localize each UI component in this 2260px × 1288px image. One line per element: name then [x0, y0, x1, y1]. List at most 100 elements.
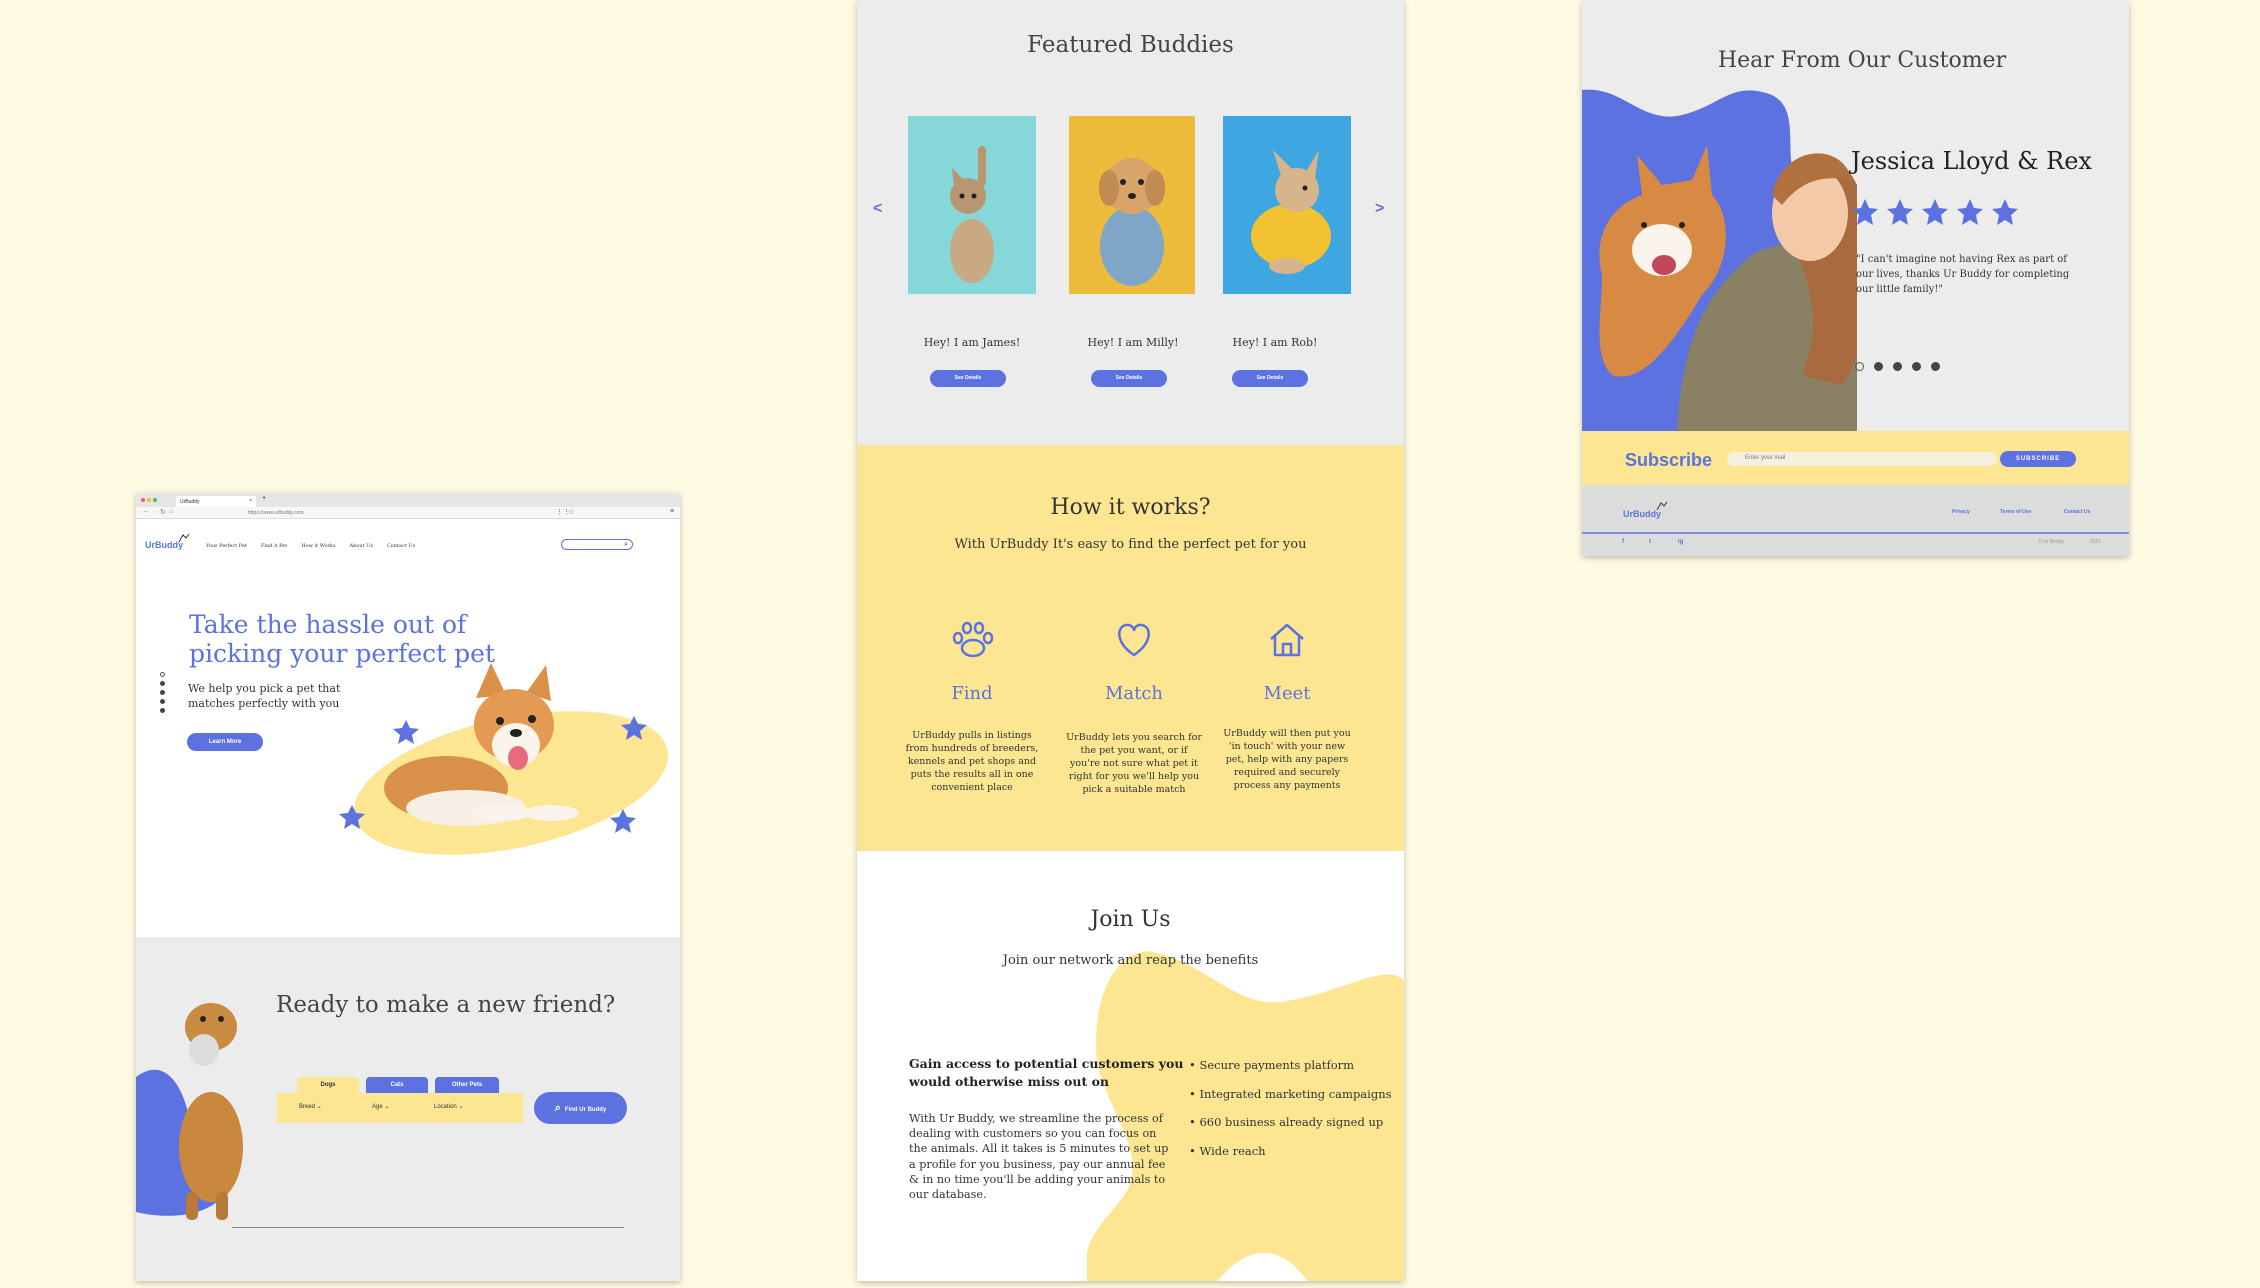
- join-title: Join Us: [1090, 907, 1171, 932]
- tab-dogs[interactable]: Dogs: [297, 1077, 359, 1093]
- customer-photo: [1582, 89, 1857, 431]
- pagination-dot[interactable]: [1855, 362, 1864, 371]
- new-tab-button[interactable]: +: [262, 495, 266, 502]
- list-item: • Integrated marketing campaigns: [1189, 1086, 1392, 1101]
- footer-link-privacy[interactable]: Privacy: [1952, 509, 1970, 515]
- join-us-section: Join Us Join our network and reap the be…: [857, 851, 1404, 1281]
- french-bulldog-photo: [1223, 116, 1351, 294]
- list-item: • Wide reach: [1189, 1143, 1266, 1158]
- maximize-window-icon[interactable]: [153, 498, 157, 502]
- minimize-window-icon[interactable]: [147, 498, 151, 502]
- bookmark-icon[interactable]: ☆: [568, 508, 574, 516]
- join-subtitle: Join our network and reap the benefits: [1002, 953, 1259, 968]
- close-tab-icon[interactable]: ×: [249, 498, 252, 504]
- pagination-dot[interactable]: [160, 672, 165, 677]
- pagination-dot[interactable]: [1912, 362, 1921, 371]
- facebook-icon[interactable]: f: [1622, 539, 1624, 545]
- home-page-panel: UrBuddy × + ← → ↻ ⌂ https://www.urbuddy.…: [136, 493, 680, 1281]
- see-details-button[interactable]: See Details: [1091, 370, 1167, 387]
- benefits-list: • Secure payments platform • Integrated …: [1189, 1051, 1392, 1165]
- puppy-photo: [1069, 116, 1195, 294]
- star-icon: [1957, 199, 1983, 225]
- logo-pet-icon: [178, 533, 190, 543]
- pet-card: Hey! I am Rob! See Details: [1223, 116, 1351, 396]
- tab-cats[interactable]: Cats: [366, 1077, 428, 1093]
- subscribe-label: Subscribe: [1625, 450, 1713, 470]
- subscribe-button[interactable]: SUBSCRIBE: [2000, 451, 2076, 467]
- featured-title: Featured Buddies: [1027, 32, 1234, 58]
- filter-age[interactable]: Age ⌄: [372, 1103, 389, 1110]
- pagination-dot[interactable]: [1874, 362, 1883, 371]
- step-text: UrBuddy lets you search for the pet you …: [1066, 732, 1202, 795]
- copyright-year: 2021: [2090, 539, 2102, 545]
- how-subtitle: With UrBuddy It's easy to find the perfe…: [954, 537, 1307, 552]
- step-label: Find: [951, 683, 993, 704]
- filter-breed[interactable]: Breed ⌄: [299, 1103, 322, 1110]
- email-field[interactable]: Enter your mail: [1727, 452, 1997, 466]
- subscribe-bar: Subscribe Enter your mail SUBSCRIBE: [1582, 431, 2129, 485]
- back-icon[interactable]: ←: [142, 508, 149, 515]
- email-placeholder: Enter your mail: [1745, 455, 1786, 461]
- pagination-dot[interactable]: [160, 690, 165, 695]
- carousel-next-button[interactable]: >: [1375, 200, 1384, 218]
- kitten-photo: [908, 116, 1036, 294]
- join-lead: Gain access to potential customers you w…: [909, 1056, 1184, 1089]
- pagination-dot[interactable]: [160, 699, 165, 704]
- carousel-prev-button[interactable]: <: [873, 200, 882, 218]
- chevron-down-icon: ⌄: [384, 1104, 390, 1110]
- pet-card: Hey! I am Milly! See Details: [1069, 116, 1197, 396]
- heart-icon: [1118, 623, 1150, 657]
- search-icon[interactable]: ⌕: [624, 540, 628, 549]
- see-details-button[interactable]: See Details: [1232, 370, 1308, 387]
- pet-caption: Hey! I am Milly!: [1087, 336, 1179, 349]
- menu-icon[interactable]: ≡: [670, 508, 674, 515]
- pagination-dot[interactable]: [160, 681, 165, 686]
- search-icon: ⌕: [554, 1102, 561, 1114]
- twitter-icon[interactable]: t: [1649, 539, 1651, 545]
- star-icon: [1992, 199, 2018, 225]
- footer: UrBuddy Privacy Terms of Use Contact Us …: [1582, 485, 2129, 556]
- url-field[interactable]: https://www.urbuddy.com: [248, 510, 304, 516]
- reload-icon[interactable]: ↻: [160, 508, 166, 516]
- nav-find-a-pet[interactable]: Find A Pet: [261, 543, 287, 549]
- instagram-icon[interactable]: ig: [1678, 539, 1683, 545]
- footer-link-terms[interactable]: Terms of Use: [2000, 509, 2031, 515]
- search-input[interactable]: ⌕: [561, 539, 633, 550]
- nav-about-us[interactable]: About Us: [350, 543, 373, 549]
- forward-icon[interactable]: →: [151, 508, 158, 515]
- step-label: Meet: [1263, 683, 1311, 704]
- dog-with-toy-illustration: [136, 1003, 243, 1220]
- section-divider: [232, 1227, 624, 1228]
- testimonial-page-panel: Hear From Our Customer Jessica Lloyd & R…: [1582, 0, 2129, 556]
- hero-subtext: We help you pick a pet that matches perf…: [188, 682, 341, 710]
- find-ur-buddy-button[interactable]: ⌕ Find Ur Buddy: [534, 1092, 627, 1124]
- pagination-dot[interactable]: [1931, 362, 1940, 371]
- customer-name: Jessica Lloyd & Rex: [1851, 147, 2092, 175]
- search-filter-bar: Breed ⌄ Age ⌄ Location ⌄: [277, 1093, 523, 1123]
- pet-caption: Hey! I am James!: [923, 336, 1021, 349]
- featured-page-panel: Featured Buddies < > Hey! I am James! Se…: [857, 0, 1404, 1281]
- list-item: • Secure payments platform: [1189, 1058, 1355, 1072]
- pagination-dot[interactable]: [1893, 362, 1902, 371]
- browser-tab[interactable]: UrBuddy ×: [176, 496, 256, 507]
- pagination-dot[interactable]: [160, 708, 165, 713]
- footer-link-contact[interactable]: Contact Us: [2064, 509, 2090, 515]
- learn-more-button[interactable]: Learn More: [187, 733, 263, 751]
- nav-your-perfect-pet[interactable]: Your Perfect Pet: [206, 543, 247, 549]
- browser-address-bar: ← → ↻ ⌂ https://www.urbuddy.com ⋮⋮ ☆ ≡: [136, 507, 680, 519]
- testimonial-title: Hear From Our Customer: [1717, 48, 2007, 73]
- pet-caption: Hey! I am Rob!: [1232, 336, 1318, 349]
- nav-how-it-works[interactable]: How it Works: [301, 543, 335, 549]
- filter-location[interactable]: Location ⌄: [434, 1103, 463, 1110]
- logo-pet-icon: [1656, 501, 1668, 511]
- home-icon[interactable]: ⌂: [169, 508, 173, 515]
- testimonial-quote: "I can't imagine not having Rex as part …: [1856, 254, 2070, 295]
- hero-heading: Take the hassle out of picking your perf…: [189, 610, 496, 668]
- nav-contact-us[interactable]: Contact Us: [387, 543, 415, 549]
- chevron-down-icon: ⌄: [458, 1104, 464, 1110]
- ready-section: Ready to make a new friend? Dogs Cats Ot…: [136, 937, 680, 1281]
- see-details-button[interactable]: See Details: [930, 370, 1006, 387]
- list-item: • 660 business already signed up: [1189, 1115, 1384, 1129]
- close-window-icon[interactable]: [141, 498, 145, 502]
- tab-other-pets[interactable]: Other Pets: [435, 1077, 499, 1093]
